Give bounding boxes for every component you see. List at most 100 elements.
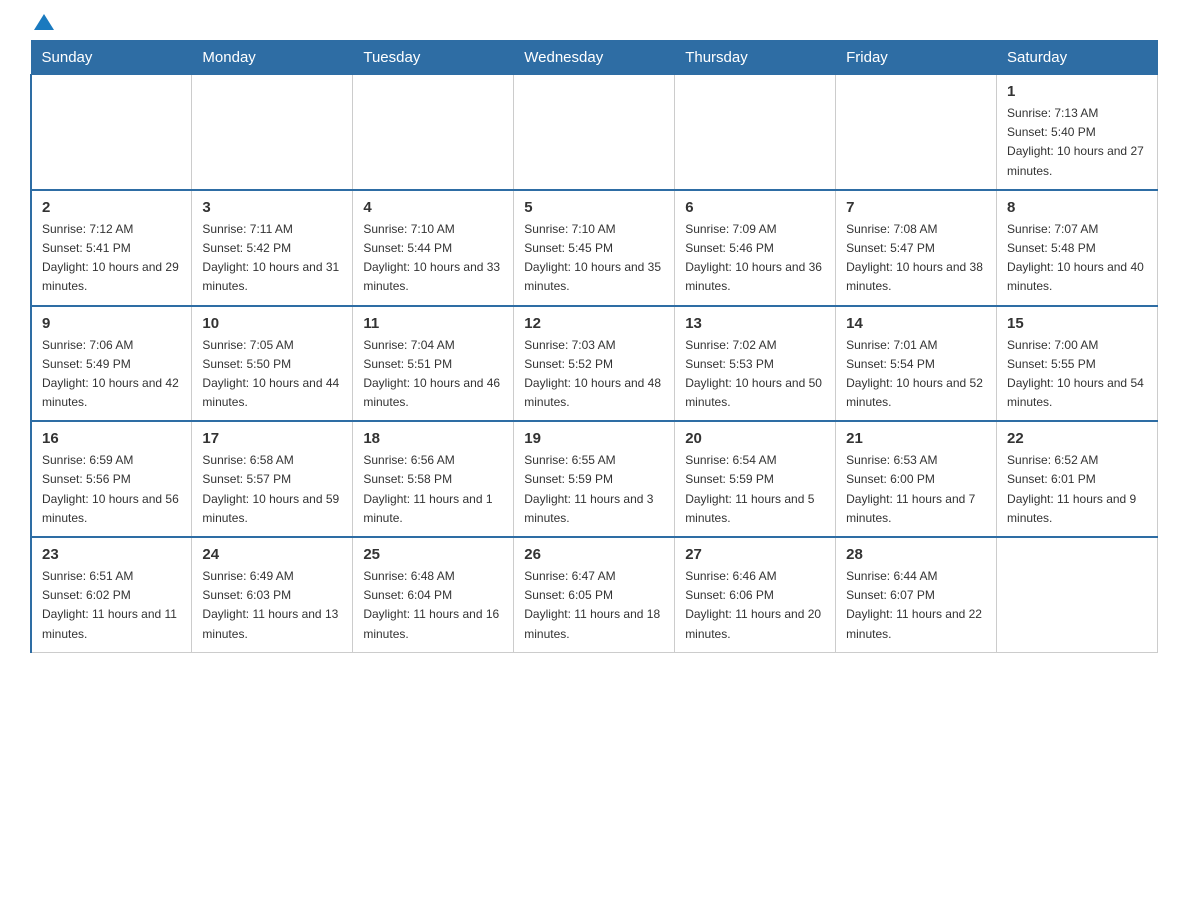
day-number: 16	[42, 430, 181, 447]
day-number: 28	[846, 546, 986, 563]
calendar-week-row: 9 Sunrise: 7:06 AMSunset: 5:49 PMDaylight…	[31, 306, 1158, 422]
day-info: Sunrise: 7:01 AMSunset: 5:54 PMDaylight:…	[846, 336, 986, 413]
day-number: 8	[1007, 199, 1147, 216]
day-number: 24	[202, 546, 342, 563]
day-info: Sunrise: 6:47 AMSunset: 6:05 PMDaylight:…	[524, 567, 664, 644]
calendar-day-cell: 20 Sunrise: 6:54 AMSunset: 5:59 PMDayligh…	[675, 421, 836, 537]
calendar-week-row: 23 Sunrise: 6:51 AMSunset: 6:02 PMDayligh…	[31, 537, 1158, 652]
calendar-day-cell: 4 Sunrise: 7:10 AMSunset: 5:44 PMDaylight…	[353, 190, 514, 306]
calendar-day-cell: 16 Sunrise: 6:59 AMSunset: 5:56 PMDayligh…	[31, 421, 192, 537]
calendar-day-cell	[836, 75, 997, 190]
day-info: Sunrise: 7:11 AMSunset: 5:42 PMDaylight:…	[202, 220, 342, 297]
day-number: 26	[524, 546, 664, 563]
day-number: 12	[524, 315, 664, 332]
calendar-day-cell: 2 Sunrise: 7:12 AMSunset: 5:41 PMDaylight…	[31, 190, 192, 306]
calendar-day-cell: 8 Sunrise: 7:07 AMSunset: 5:48 PMDaylight…	[997, 190, 1158, 306]
calendar-day-cell: 11 Sunrise: 7:04 AMSunset: 5:51 PMDayligh…	[353, 306, 514, 422]
calendar-day-cell	[353, 75, 514, 190]
day-of-week-header: Friday	[836, 41, 997, 75]
day-info: Sunrise: 7:10 AMSunset: 5:45 PMDaylight:…	[524, 220, 664, 297]
day-info: Sunrise: 7:12 AMSunset: 5:41 PMDaylight:…	[42, 220, 181, 297]
day-number: 14	[846, 315, 986, 332]
day-number: 13	[685, 315, 825, 332]
calendar-day-cell	[192, 75, 353, 190]
day-of-week-header: Tuesday	[353, 41, 514, 75]
calendar-day-cell: 26 Sunrise: 6:47 AMSunset: 6:05 PMDayligh…	[514, 537, 675, 652]
day-info: Sunrise: 7:10 AMSunset: 5:44 PMDaylight:…	[363, 220, 503, 297]
day-number: 11	[363, 315, 503, 332]
day-number: 4	[363, 199, 503, 216]
calendar-day-cell: 9 Sunrise: 7:06 AMSunset: 5:49 PMDaylight…	[31, 306, 192, 422]
day-of-week-header: Monday	[192, 41, 353, 75]
calendar-day-cell: 15Sunrise: 7:00 AMSunset: 5:55 PMDayligh…	[997, 306, 1158, 422]
day-number: 23	[42, 546, 181, 563]
calendar-day-cell: 3 Sunrise: 7:11 AMSunset: 5:42 PMDaylight…	[192, 190, 353, 306]
calendar-week-row: 2 Sunrise: 7:12 AMSunset: 5:41 PMDaylight…	[31, 190, 1158, 306]
calendar-header-row: SundayMondayTuesdayWednesdayThursdayFrid…	[31, 41, 1158, 75]
day-number: 2	[42, 199, 181, 216]
day-of-week-header: Saturday	[997, 41, 1158, 75]
day-number: 9	[42, 315, 181, 332]
day-info: Sunrise: 7:08 AMSunset: 5:47 PMDaylight:…	[846, 220, 986, 297]
day-of-week-header: Wednesday	[514, 41, 675, 75]
day-of-week-header: Thursday	[675, 41, 836, 75]
day-info: Sunrise: 6:52 AMSunset: 6:01 PMDaylight:…	[1007, 451, 1147, 528]
calendar-day-cell: 19 Sunrise: 6:55 AMSunset: 5:59 PMDayligh…	[514, 421, 675, 537]
calendar-day-cell: 21 Sunrise: 6:53 AMSunset: 6:00 PMDayligh…	[836, 421, 997, 537]
day-number: 7	[846, 199, 986, 216]
calendar-day-cell: 17 Sunrise: 6:58 AMSunset: 5:57 PMDayligh…	[192, 421, 353, 537]
day-info: Sunrise: 6:49 AMSunset: 6:03 PMDaylight:…	[202, 567, 342, 644]
calendar-day-cell	[675, 75, 836, 190]
day-number: 25	[363, 546, 503, 563]
day-info: Sunrise: 6:53 AMSunset: 6:00 PMDaylight:…	[846, 451, 986, 528]
calendar-day-cell: 14 Sunrise: 7:01 AMSunset: 5:54 PMDayligh…	[836, 306, 997, 422]
day-number: 19	[524, 430, 664, 447]
calendar-day-cell: 28Sunrise: 6:44 AMSunset: 6:07 PMDayligh…	[836, 537, 997, 652]
day-number: 1	[1007, 83, 1147, 100]
calendar-day-cell: 24 Sunrise: 6:49 AMSunset: 6:03 PMDayligh…	[192, 537, 353, 652]
day-info: Sunrise: 6:56 AMSunset: 5:58 PMDaylight:…	[363, 451, 503, 528]
day-info: Sunrise: 6:51 AMSunset: 6:02 PMDaylight:…	[42, 567, 181, 644]
logo-icon	[32, 10, 56, 34]
day-info: Sunrise: 7:06 AMSunset: 5:49 PMDaylight:…	[42, 336, 181, 413]
logo	[30, 20, 56, 30]
day-info: Sunrise: 6:55 AMSunset: 5:59 PMDaylight:…	[524, 451, 664, 528]
day-info: Sunrise: 6:48 AMSunset: 6:04 PMDaylight:…	[363, 567, 503, 644]
day-number: 3	[202, 199, 342, 216]
calendar-day-cell	[514, 75, 675, 190]
day-info: Sunrise: 7:03 AMSunset: 5:52 PMDaylight:…	[524, 336, 664, 413]
day-number: 6	[685, 199, 825, 216]
day-info: Sunrise: 7:09 AMSunset: 5:46 PMDaylight:…	[685, 220, 825, 297]
day-number: 27	[685, 546, 825, 563]
calendar-week-row: 16 Sunrise: 6:59 AMSunset: 5:56 PMDayligh…	[31, 421, 1158, 537]
calendar-day-cell: 6 Sunrise: 7:09 AMSunset: 5:46 PMDaylight…	[675, 190, 836, 306]
calendar-day-cell: 27 Sunrise: 6:46 AMSunset: 6:06 PMDayligh…	[675, 537, 836, 652]
day-info: Sunrise: 7:04 AMSunset: 5:51 PMDaylight:…	[363, 336, 503, 413]
day-number: 10	[202, 315, 342, 332]
calendar-day-cell: 5 Sunrise: 7:10 AMSunset: 5:45 PMDaylight…	[514, 190, 675, 306]
calendar-day-cell: 13Sunrise: 7:02 AMSunset: 5:53 PMDayligh…	[675, 306, 836, 422]
day-info: Sunrise: 6:58 AMSunset: 5:57 PMDaylight:…	[202, 451, 342, 528]
calendar-day-cell: 1 Sunrise: 7:13 AMSunset: 5:40 PMDaylight…	[997, 75, 1158, 190]
day-info: Sunrise: 7:13 AMSunset: 5:40 PMDaylight:…	[1007, 104, 1147, 181]
day-info: Sunrise: 6:54 AMSunset: 5:59 PMDaylight:…	[685, 451, 825, 528]
day-info: Sunrise: 7:07 AMSunset: 5:48 PMDaylight:…	[1007, 220, 1147, 297]
calendar-day-cell: 7 Sunrise: 7:08 AMSunset: 5:47 PMDaylight…	[836, 190, 997, 306]
calendar-day-cell: 12 Sunrise: 7:03 AMSunset: 5:52 PMDayligh…	[514, 306, 675, 422]
calendar-day-cell: 22 Sunrise: 6:52 AMSunset: 6:01 PMDayligh…	[997, 421, 1158, 537]
day-number: 22	[1007, 430, 1147, 447]
day-info: Sunrise: 6:46 AMSunset: 6:06 PMDaylight:…	[685, 567, 825, 644]
calendar-day-cell: 25 Sunrise: 6:48 AMSunset: 6:04 PMDayligh…	[353, 537, 514, 652]
day-number: 18	[363, 430, 503, 447]
day-number: 15	[1007, 315, 1147, 332]
day-info: Sunrise: 6:59 AMSunset: 5:56 PMDaylight:…	[42, 451, 181, 528]
calendar-day-cell	[31, 75, 192, 190]
day-number: 20	[685, 430, 825, 447]
day-number: 17	[202, 430, 342, 447]
calendar-table: SundayMondayTuesdayWednesdayThursdayFrid…	[30, 40, 1158, 653]
day-number: 5	[524, 199, 664, 216]
calendar-week-row: 1 Sunrise: 7:13 AMSunset: 5:40 PMDaylight…	[31, 75, 1158, 190]
day-number: 21	[846, 430, 986, 447]
day-of-week-header: Sunday	[31, 41, 192, 75]
calendar-day-cell	[997, 537, 1158, 652]
